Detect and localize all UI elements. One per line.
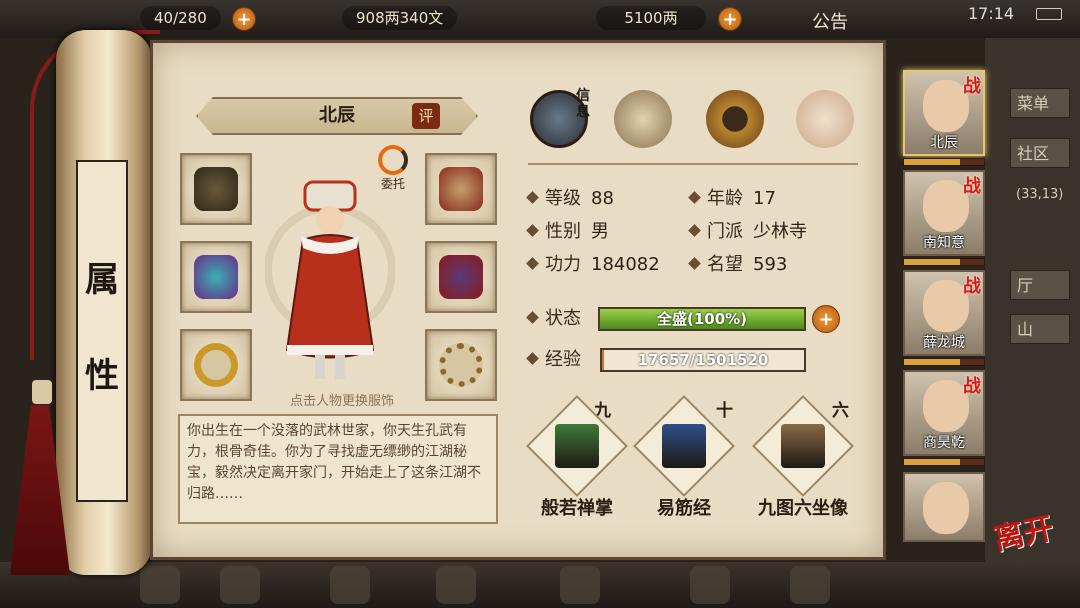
equip-slot-weapon[interactable] (180, 153, 252, 225)
skill-book-icon (781, 424, 825, 468)
exp-bar-fill (602, 350, 605, 370)
stat-sect: 门派 少林寺 (688, 219, 807, 245)
tab-divider (528, 163, 858, 165)
character-figure[interactable] (265, 170, 395, 385)
equip-slot-armor[interactable] (425, 241, 497, 313)
prayer-beads-icon (439, 343, 483, 387)
equip-slot-head[interactable] (425, 153, 497, 225)
skills-menu-icon[interactable] (560, 566, 600, 604)
party-member-1-bar (903, 158, 985, 166)
party-member-3-bar (903, 358, 985, 366)
gauntlet-icon (194, 167, 238, 211)
party-member-name: 南知意 (923, 235, 965, 251)
restore-status-button[interactable]: + (812, 305, 840, 333)
role-menu-icon[interactable] (140, 566, 180, 604)
tassel-bead (32, 380, 52, 404)
battle-badge: 战 (963, 376, 981, 397)
exp-label: 经验 (526, 347, 581, 373)
entrust-label: 委托 (380, 177, 405, 191)
equip-slot-ring[interactable] (180, 329, 252, 401)
party-member-name: 商昊乾 (923, 435, 965, 451)
party-member-name: 薛龙城 (923, 335, 965, 351)
status-label: 状态 (526, 306, 581, 332)
bagua-tab-icon[interactable] (706, 90, 764, 148)
party-member-5[interactable] (903, 472, 985, 542)
top-bar: 40/280 + 908两340文 5100两 + 公告 17:14 (0, 0, 1080, 38)
ring-icon (194, 343, 238, 387)
coords-label: (33,13) (1016, 187, 1064, 202)
bracer-icon (194, 255, 238, 299)
scroll-tab-icon[interactable] (614, 90, 672, 148)
stamina-value: 40/280 (140, 6, 221, 30)
attribute-tab-char-2: 性 (85, 356, 119, 396)
party-member-3[interactable]: 战薛龙城 (903, 270, 985, 356)
party-member-1[interactable]: 战北辰 (903, 70, 985, 156)
skill-1-name: 般若禅掌 (541, 498, 613, 519)
skill-book-icon (555, 424, 599, 468)
attribute-tab[interactable]: 属 性 (76, 160, 128, 502)
hall-button[interactable]: 厅 (1010, 270, 1070, 300)
info-tab-label: 信息 (576, 88, 590, 120)
martial-menu-icon[interactable] (330, 566, 370, 604)
attribute-tab-char-1: 属 (85, 260, 119, 300)
battery-icon (1036, 8, 1062, 20)
stat-power: 功力 184082 (526, 252, 660, 278)
party-member-4-bar (903, 458, 985, 466)
refresh-icon (378, 145, 408, 175)
armor-icon (439, 255, 483, 299)
battle-badge: 战 (963, 76, 981, 97)
status-bar: 全盛(100%) (598, 307, 806, 331)
party-member-2-bar (903, 258, 985, 266)
skill-book-icon (662, 424, 706, 468)
records-menu-icon[interactable] (690, 566, 730, 604)
avatar (923, 482, 969, 534)
menu-button[interactable]: 菜单 (1010, 88, 1070, 118)
skill-2-level: 十 (716, 401, 733, 421)
skill-3-level: 六 (832, 401, 849, 421)
tap-hint: 点击人物更换服饰 (289, 394, 394, 409)
silver-value: 5100两 (596, 6, 706, 30)
status-text: 全盛(100%) (656, 310, 748, 328)
add-stamina-button[interactable]: + (232, 7, 256, 31)
stat-level: 等级 88 (526, 186, 614, 212)
entrust-button[interactable]: 委托 (368, 145, 418, 193)
notice-button[interactable]: 公告 (812, 8, 848, 34)
map-menu-icon[interactable] (790, 566, 830, 604)
stat-age: 年龄 17 (688, 186, 776, 212)
party-member-4[interactable]: 战商昊乾 (903, 370, 985, 456)
character-bio: 你出生在一个没落的武林世家，你天生孔武有力，根骨奇佳。你为了寻找虚无缥缈的江湖秘… (178, 414, 498, 524)
battle-badge: 战 (963, 176, 981, 197)
community-button[interactable]: 社区 (1010, 138, 1070, 168)
equip-slot-accessory[interactable] (425, 329, 497, 401)
helmet-icon (439, 167, 483, 211)
exp-bar: 17657/1501520 (600, 348, 806, 372)
copper-value: 908两340文 (342, 6, 458, 30)
party-member-name: 北辰 (930, 135, 958, 151)
clock: 17:14 (968, 4, 1015, 23)
rate-button[interactable]: 评 (412, 103, 440, 129)
exp-text: 17657/1501520 (637, 351, 769, 369)
meridian-tab-icon[interactable] (796, 90, 854, 148)
add-silver-button[interactable]: + (718, 7, 742, 31)
skill-3-name: 九图六坐像 (758, 498, 848, 519)
formation-menu-icon[interactable] (436, 566, 476, 604)
battle-badge: 战 (963, 276, 981, 297)
skill-2-name: 易筋经 (657, 498, 711, 519)
equip-slot-bracer[interactable] (180, 241, 252, 313)
mountain-button[interactable]: 山 (1010, 314, 1070, 344)
stat-gender: 性别男 (526, 219, 609, 245)
bag-menu-icon[interactable] (220, 566, 260, 604)
stat-fame: 名望 593 (688, 252, 787, 278)
party-member-2[interactable]: 战南知意 (903, 170, 985, 256)
